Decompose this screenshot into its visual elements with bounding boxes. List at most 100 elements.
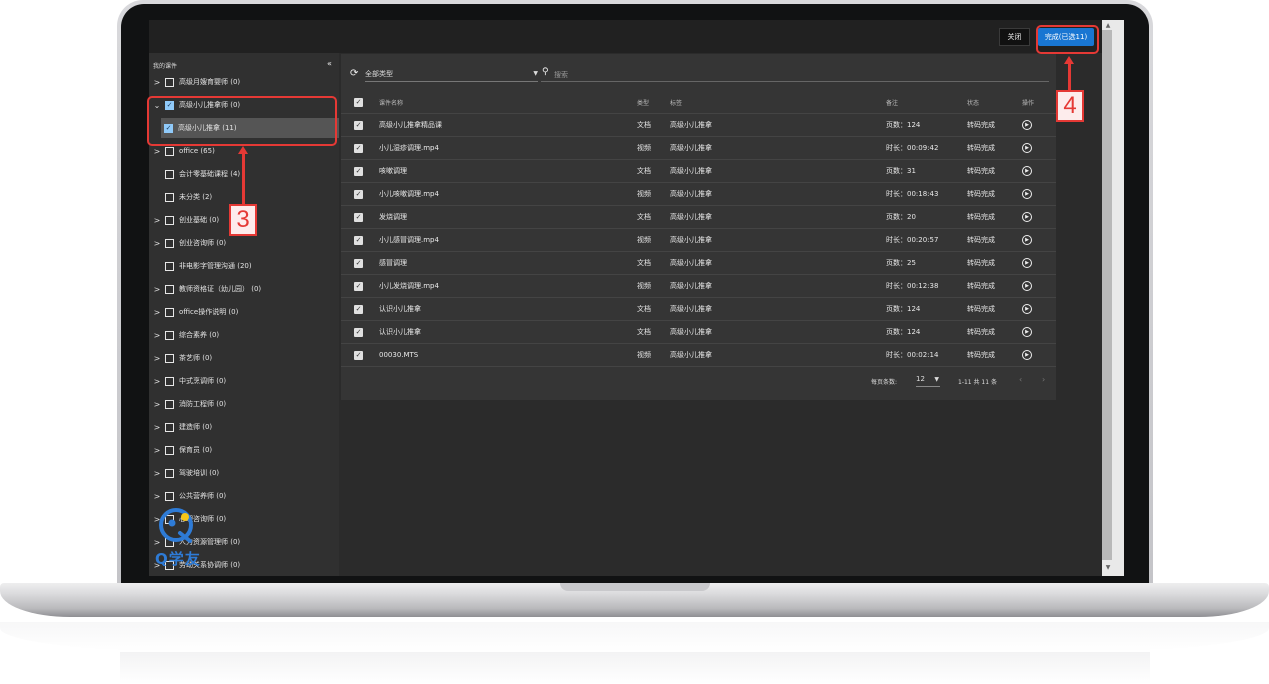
row-checkbox[interactable]: ✓	[354, 304, 363, 314]
sidebar-item-checkbox[interactable]	[165, 491, 174, 501]
sidebar-item-checkbox[interactable]	[165, 284, 174, 294]
sidebar-item[interactable]: > 驾驶培训 (0)	[149, 463, 339, 483]
scrollbar-thumb[interactable]	[1102, 30, 1112, 560]
sidebar-item[interactable]: > 综合素养 (0)	[149, 325, 339, 345]
row-type: 视频	[637, 144, 651, 152]
sidebar-item-label: office (65)	[179, 147, 215, 155]
table-row[interactable]: ✓ 小儿感冒调理.mp4 视频 高级小儿推拿 时长：00:20:57 转码完成 ▶	[341, 229, 1056, 252]
chevron-right-icon[interactable]: >	[152, 400, 162, 409]
table-row[interactable]: ✓ 认识小儿推拿 文档 高级小儿推拿 页数：124 转码完成 ▶	[341, 298, 1056, 321]
search-placeholder: 搜索	[554, 71, 568, 79]
sidebar-item[interactable]: > 创业咨询师 (0)	[149, 233, 339, 253]
table-row[interactable]: ✓ 小儿湿疹调理.mp4 视频 高级小儿推拿 时长：00:09:42 转码完成 ▶	[341, 137, 1056, 160]
table-row[interactable]: ✓ 高级小儿推拿精品课 文档 高级小儿推拿 页数：124 转码完成 ▶	[341, 114, 1056, 137]
header-name[interactable]: 课件名称	[379, 98, 403, 107]
play-icon[interactable]: ▶	[1022, 281, 1032, 291]
table-row[interactable]: ✓ 小儿发烧调理.mp4 视频 高级小儿推拿 时长：00:12:38 转码完成 ▶	[341, 275, 1056, 298]
chevron-right-icon[interactable]: >	[152, 446, 162, 455]
chevron-right-icon[interactable]: >	[152, 285, 162, 294]
play-icon[interactable]: ▶	[1022, 120, 1032, 130]
table-row[interactable]: ✓ 小儿咳嗽调理.mp4 视频 高级小儿推拿 时长：00:18:43 转码完成 ▶	[341, 183, 1056, 206]
sidebar-item-checkbox[interactable]	[165, 399, 174, 409]
header-type[interactable]: 类型	[637, 98, 649, 107]
table-row[interactable]: ✓ 认识小儿推拿 文档 高级小儿推拿 页数：124 转码完成 ▶	[341, 321, 1056, 344]
sidebar-item[interactable]: > 消防工程师 (0)	[149, 394, 339, 414]
row-checkbox[interactable]: ✓	[354, 350, 363, 360]
select-all-checkbox[interactable]: ✓	[354, 97, 363, 107]
chevron-right-icon[interactable]: >	[152, 492, 162, 501]
row-checkbox[interactable]: ✓	[354, 189, 363, 199]
row-checkbox[interactable]: ✓	[354, 281, 363, 291]
sidebar-item[interactable]: > 茶艺师 (0)	[149, 348, 339, 368]
sidebar-item-checkbox[interactable]	[165, 238, 174, 248]
sidebar-item-checkbox[interactable]	[165, 330, 174, 340]
table-row[interactable]: ✓ 00030.MTS 视频 高级小儿推拿 时长：00:02:14 转码完成 ▶	[341, 344, 1056, 367]
close-button[interactable]: 关闭	[999, 28, 1030, 46]
sidebar-item-checkbox[interactable]	[165, 468, 174, 478]
row-checkbox[interactable]: ✓	[354, 143, 363, 153]
row-checkbox[interactable]: ✓	[354, 166, 363, 176]
table-row[interactable]: ✓ 发烧调理 文档 高级小儿推拿 页数：20 转码完成 ▶	[341, 206, 1056, 229]
sidebar-item-checkbox[interactable]	[165, 353, 174, 363]
chevron-right-icon[interactable]: >	[152, 308, 162, 317]
sidebar-item[interactable]: > 公共营养师 (0)	[149, 486, 339, 506]
sidebar-item-checkbox[interactable]	[165, 146, 174, 156]
collapse-icon[interactable]: «	[327, 59, 332, 68]
play-icon[interactable]: ▶	[1022, 304, 1032, 314]
play-icon[interactable]: ▶	[1022, 166, 1032, 176]
row-checkbox[interactable]: ✓	[354, 120, 363, 130]
sidebar-item-checkbox[interactable]	[165, 77, 174, 87]
chevron-right-icon[interactable]: >	[152, 331, 162, 340]
play-icon[interactable]: ▶	[1022, 350, 1032, 360]
header-note[interactable]: 备注	[886, 98, 898, 107]
row-checkbox[interactable]: ✓	[354, 327, 363, 337]
chevron-right-icon[interactable]: >	[152, 216, 162, 225]
sidebar-item[interactable]: > 教师资格证（幼儿园） (0)	[149, 279, 339, 299]
scroll-up-icon[interactable]: ▲	[1104, 22, 1112, 30]
header-tag[interactable]: 标签	[670, 98, 682, 107]
chevron-right-icon[interactable]: >	[152, 239, 162, 248]
chevron-right-icon[interactable]: >	[152, 377, 162, 386]
chevron-right-icon[interactable]: >	[152, 469, 162, 478]
play-icon[interactable]: ▶	[1022, 327, 1032, 337]
search-input[interactable]: ⚲ 搜索	[541, 67, 1049, 82]
sidebar-item-checkbox[interactable]	[165, 307, 174, 317]
play-icon[interactable]: ▶	[1022, 258, 1032, 268]
sidebar-item[interactable]: > 建造师 (0)	[149, 417, 339, 437]
play-icon[interactable]: ▶	[1022, 143, 1032, 153]
row-note: 时长：00:02:14	[886, 351, 939, 359]
header-status[interactable]: 状态	[967, 98, 979, 107]
chevron-right-icon[interactable]: >	[152, 423, 162, 432]
row-checkbox[interactable]: ✓	[354, 212, 363, 222]
row-type: 文档	[637, 305, 651, 313]
sidebar-item[interactable]: > 高级月嫂育婴师 (0)	[149, 72, 339, 92]
sidebar-item[interactable]: > 中式烹调师 (0)	[149, 371, 339, 391]
sidebar-item-checkbox[interactable]	[165, 192, 174, 202]
sidebar-item-checkbox[interactable]	[165, 422, 174, 432]
sidebar-item[interactable]: > 保育员 (0)	[149, 440, 339, 460]
sidebar-item-checkbox[interactable]	[165, 445, 174, 455]
sidebar-item-checkbox[interactable]	[165, 376, 174, 386]
row-checkbox[interactable]: ✓	[354, 258, 363, 268]
scroll-down-icon[interactable]: ▼	[1104, 564, 1112, 572]
sidebar-item[interactable]: > office操作说明 (0)	[149, 302, 339, 322]
table-row[interactable]: ✓ 咳嗽调理 文档 高级小儿推拿 页数：31 转码完成 ▶	[341, 160, 1056, 183]
sidebar-item-checkbox[interactable]	[165, 215, 174, 225]
type-select[interactable]: 全部类型 ▼	[365, 69, 538, 82]
next-page-icon[interactable]: ›	[1042, 375, 1045, 384]
prev-page-icon[interactable]: ‹	[1019, 375, 1022, 384]
row-type: 文档	[637, 167, 651, 175]
sidebar-item-checkbox[interactable]	[165, 261, 174, 271]
sidebar-item[interactable]: 非电影字管理沟通 (20)	[149, 256, 339, 276]
chevron-right-icon[interactable]: >	[152, 78, 162, 87]
per-page-select[interactable]: 12 ▼	[916, 375, 940, 387]
table-row[interactable]: ✓ 感冒调理 文档 高级小儿推拿 页数：25 转码完成 ▶	[341, 252, 1056, 275]
sidebar-item-checkbox[interactable]	[165, 169, 174, 179]
play-icon[interactable]: ▶	[1022, 189, 1032, 199]
chevron-right-icon[interactable]: >	[152, 354, 162, 363]
chevron-right-icon[interactable]: >	[152, 147, 162, 156]
play-icon[interactable]: ▶	[1022, 235, 1032, 245]
refresh-icon[interactable]: ⟳	[350, 68, 358, 79]
row-checkbox[interactable]: ✓	[354, 235, 363, 245]
play-icon[interactable]: ▶	[1022, 212, 1032, 222]
